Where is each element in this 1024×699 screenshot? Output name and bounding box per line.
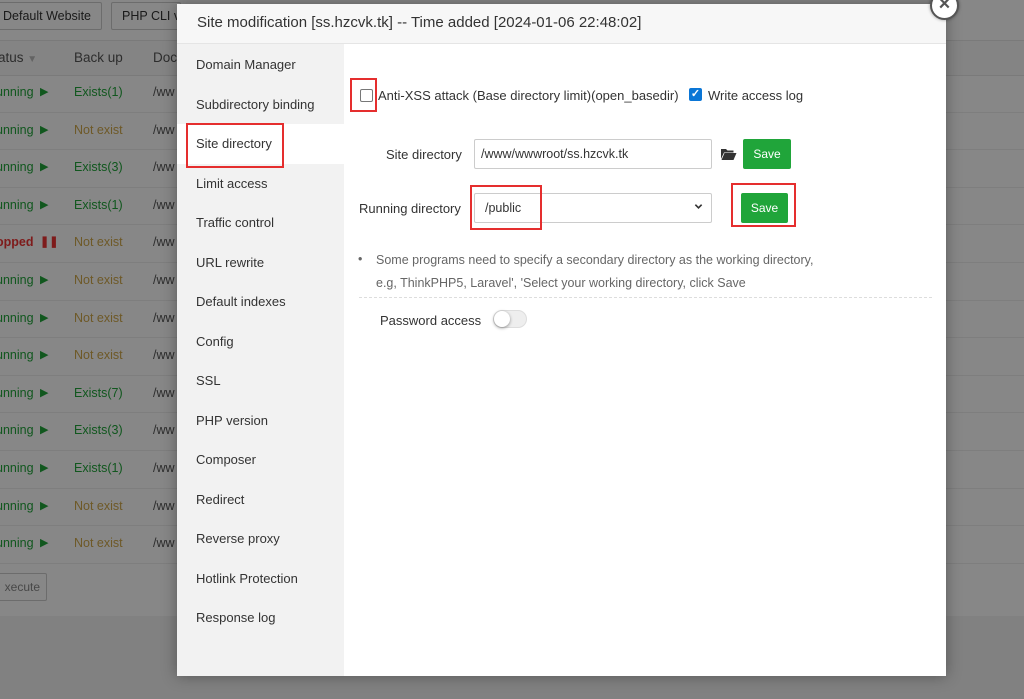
sidebar-item[interactable]: Limit access	[177, 164, 344, 204]
sidebar-item[interactable]: Subdirectory binding	[177, 85, 344, 125]
sidebar-item[interactable]: SSL	[177, 361, 344, 401]
running-save-highlight	[731, 183, 796, 227]
anti-xss-highlight	[350, 78, 377, 112]
toggle-knob	[494, 311, 510, 327]
running-directory-label: Running directory	[359, 201, 461, 216]
tip-divider	[359, 297, 932, 298]
sidebar-item[interactable]: Hotlink Protection	[177, 559, 344, 599]
password-access-label: Password access	[380, 313, 482, 328]
sidebar-item[interactable]: Response log	[177, 598, 344, 638]
sidebar-item[interactable]: Redirect	[177, 480, 344, 520]
site-directory-highlight	[186, 123, 284, 168]
sidebar-item[interactable]: Config	[177, 322, 344, 362]
password-access-toggle[interactable]	[493, 310, 527, 328]
dialog-title: Site modification [ss.hzcvk.tk] -- Time …	[177, 4, 946, 44]
folder-open-icon[interactable]	[720, 147, 737, 161]
tip-line-1: Some programs need to specify a secondar…	[376, 253, 814, 267]
write-log-checkbox[interactable]: ✓	[689, 88, 702, 101]
chevron-down-icon	[694, 204, 703, 209]
site-modification-dialog: Site modification [ss.hzcvk.tk] -- Time …	[177, 4, 946, 676]
running-directory-highlight	[470, 185, 542, 230]
sidebar-item[interactable]: Reverse proxy	[177, 519, 344, 559]
sidebar-item[interactable]: URL rewrite	[177, 243, 344, 283]
sidebar-item[interactable]: Default indexes	[177, 282, 344, 322]
tip-line-2: e.g, ThinkPHP5, Laravel', 'Select your w…	[376, 276, 746, 290]
sidebar-item[interactable]: Traffic control	[177, 203, 344, 243]
sidebar-item[interactable]: Domain Manager	[177, 45, 344, 85]
site-directory-input[interactable]: /www/wwwroot/ss.hzcvk.tk	[474, 139, 712, 169]
sidebar-item[interactable]: PHP version	[177, 401, 344, 441]
site-directory-label: Site directory	[386, 147, 462, 162]
tip-bullet: •	[358, 252, 363, 266]
sidebar-item[interactable]: Composer	[177, 440, 344, 480]
dialog-sidebar: Domain Manager Subdirectory binding Site d…	[177, 44, 344, 676]
anti-xss-label: Anti-XSS attack (Base directory limit)(o…	[378, 88, 679, 103]
site-directory-panel: Anti-XSS attack (Base directory limit)(o…	[344, 44, 946, 676]
write-log-label: Write access log	[708, 88, 804, 103]
site-directory-save-button[interactable]: Save	[743, 139, 791, 169]
